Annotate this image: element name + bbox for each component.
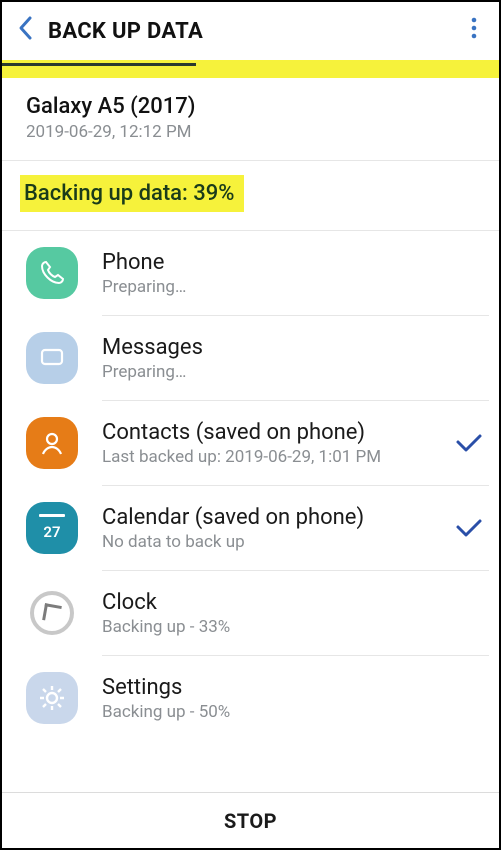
item-sub: Last backed up: 2019-06-29, 1:01 PM xyxy=(102,447,453,467)
item-title: Contacts (saved on phone) xyxy=(102,420,453,445)
check-icon xyxy=(453,427,485,460)
calendar-day: 27 xyxy=(43,523,60,541)
item-title: Calendar (saved on phone) xyxy=(102,505,453,530)
contacts-icon xyxy=(24,415,80,471)
clock-icon xyxy=(24,585,80,641)
back-icon[interactable] xyxy=(16,15,48,48)
device-name: Galaxy A5 (2017) xyxy=(26,94,475,119)
list-item[interactable]: Clock Backing up - 33% xyxy=(2,571,499,655)
backup-items-list: Phone Preparing… Messages Preparing… Con… xyxy=(2,231,499,740)
item-sub: No data to back up xyxy=(102,532,453,552)
item-sub: Preparing… xyxy=(102,362,485,382)
item-title: Phone xyxy=(102,250,485,275)
progress-fill xyxy=(2,63,196,66)
settings-icon xyxy=(24,670,80,726)
item-sub: Backing up - 50% xyxy=(102,702,485,722)
list-item[interactable]: Contacts (saved on phone) Last backed up… xyxy=(2,401,499,485)
backup-status: Backing up data: 39% xyxy=(20,175,244,212)
calendar-icon: 27 xyxy=(24,500,80,556)
list-item[interactable]: 27 Calendar (saved on phone) No data to … xyxy=(2,486,499,570)
item-sub: Preparing… xyxy=(102,277,485,297)
messages-icon xyxy=(24,330,80,386)
list-item[interactable]: Settings Backing up - 50% xyxy=(2,656,499,740)
item-title: Settings xyxy=(102,675,485,700)
list-item[interactable]: Messages Preparing… xyxy=(2,316,499,400)
list-item[interactable]: Phone Preparing… xyxy=(2,231,499,315)
device-info: Galaxy A5 (2017) 2019-06-29, 12:12 PM xyxy=(2,78,499,160)
progress-highlight xyxy=(2,60,499,78)
check-icon xyxy=(453,512,485,545)
footer-bar: STOP xyxy=(2,792,499,848)
page-title: BACK UP DATA xyxy=(48,19,463,44)
more-icon[interactable] xyxy=(463,17,485,45)
item-title: Messages xyxy=(102,335,485,360)
status-section: Backing up data: 39% xyxy=(2,161,499,230)
phone-icon xyxy=(24,245,80,301)
app-header: BACK UP DATA xyxy=(2,2,499,60)
item-title: Clock xyxy=(102,590,485,615)
stop-button[interactable]: STOP xyxy=(224,809,277,833)
item-sub: Backing up - 33% xyxy=(102,617,485,637)
device-timestamp: 2019-06-29, 12:12 PM xyxy=(26,122,475,142)
